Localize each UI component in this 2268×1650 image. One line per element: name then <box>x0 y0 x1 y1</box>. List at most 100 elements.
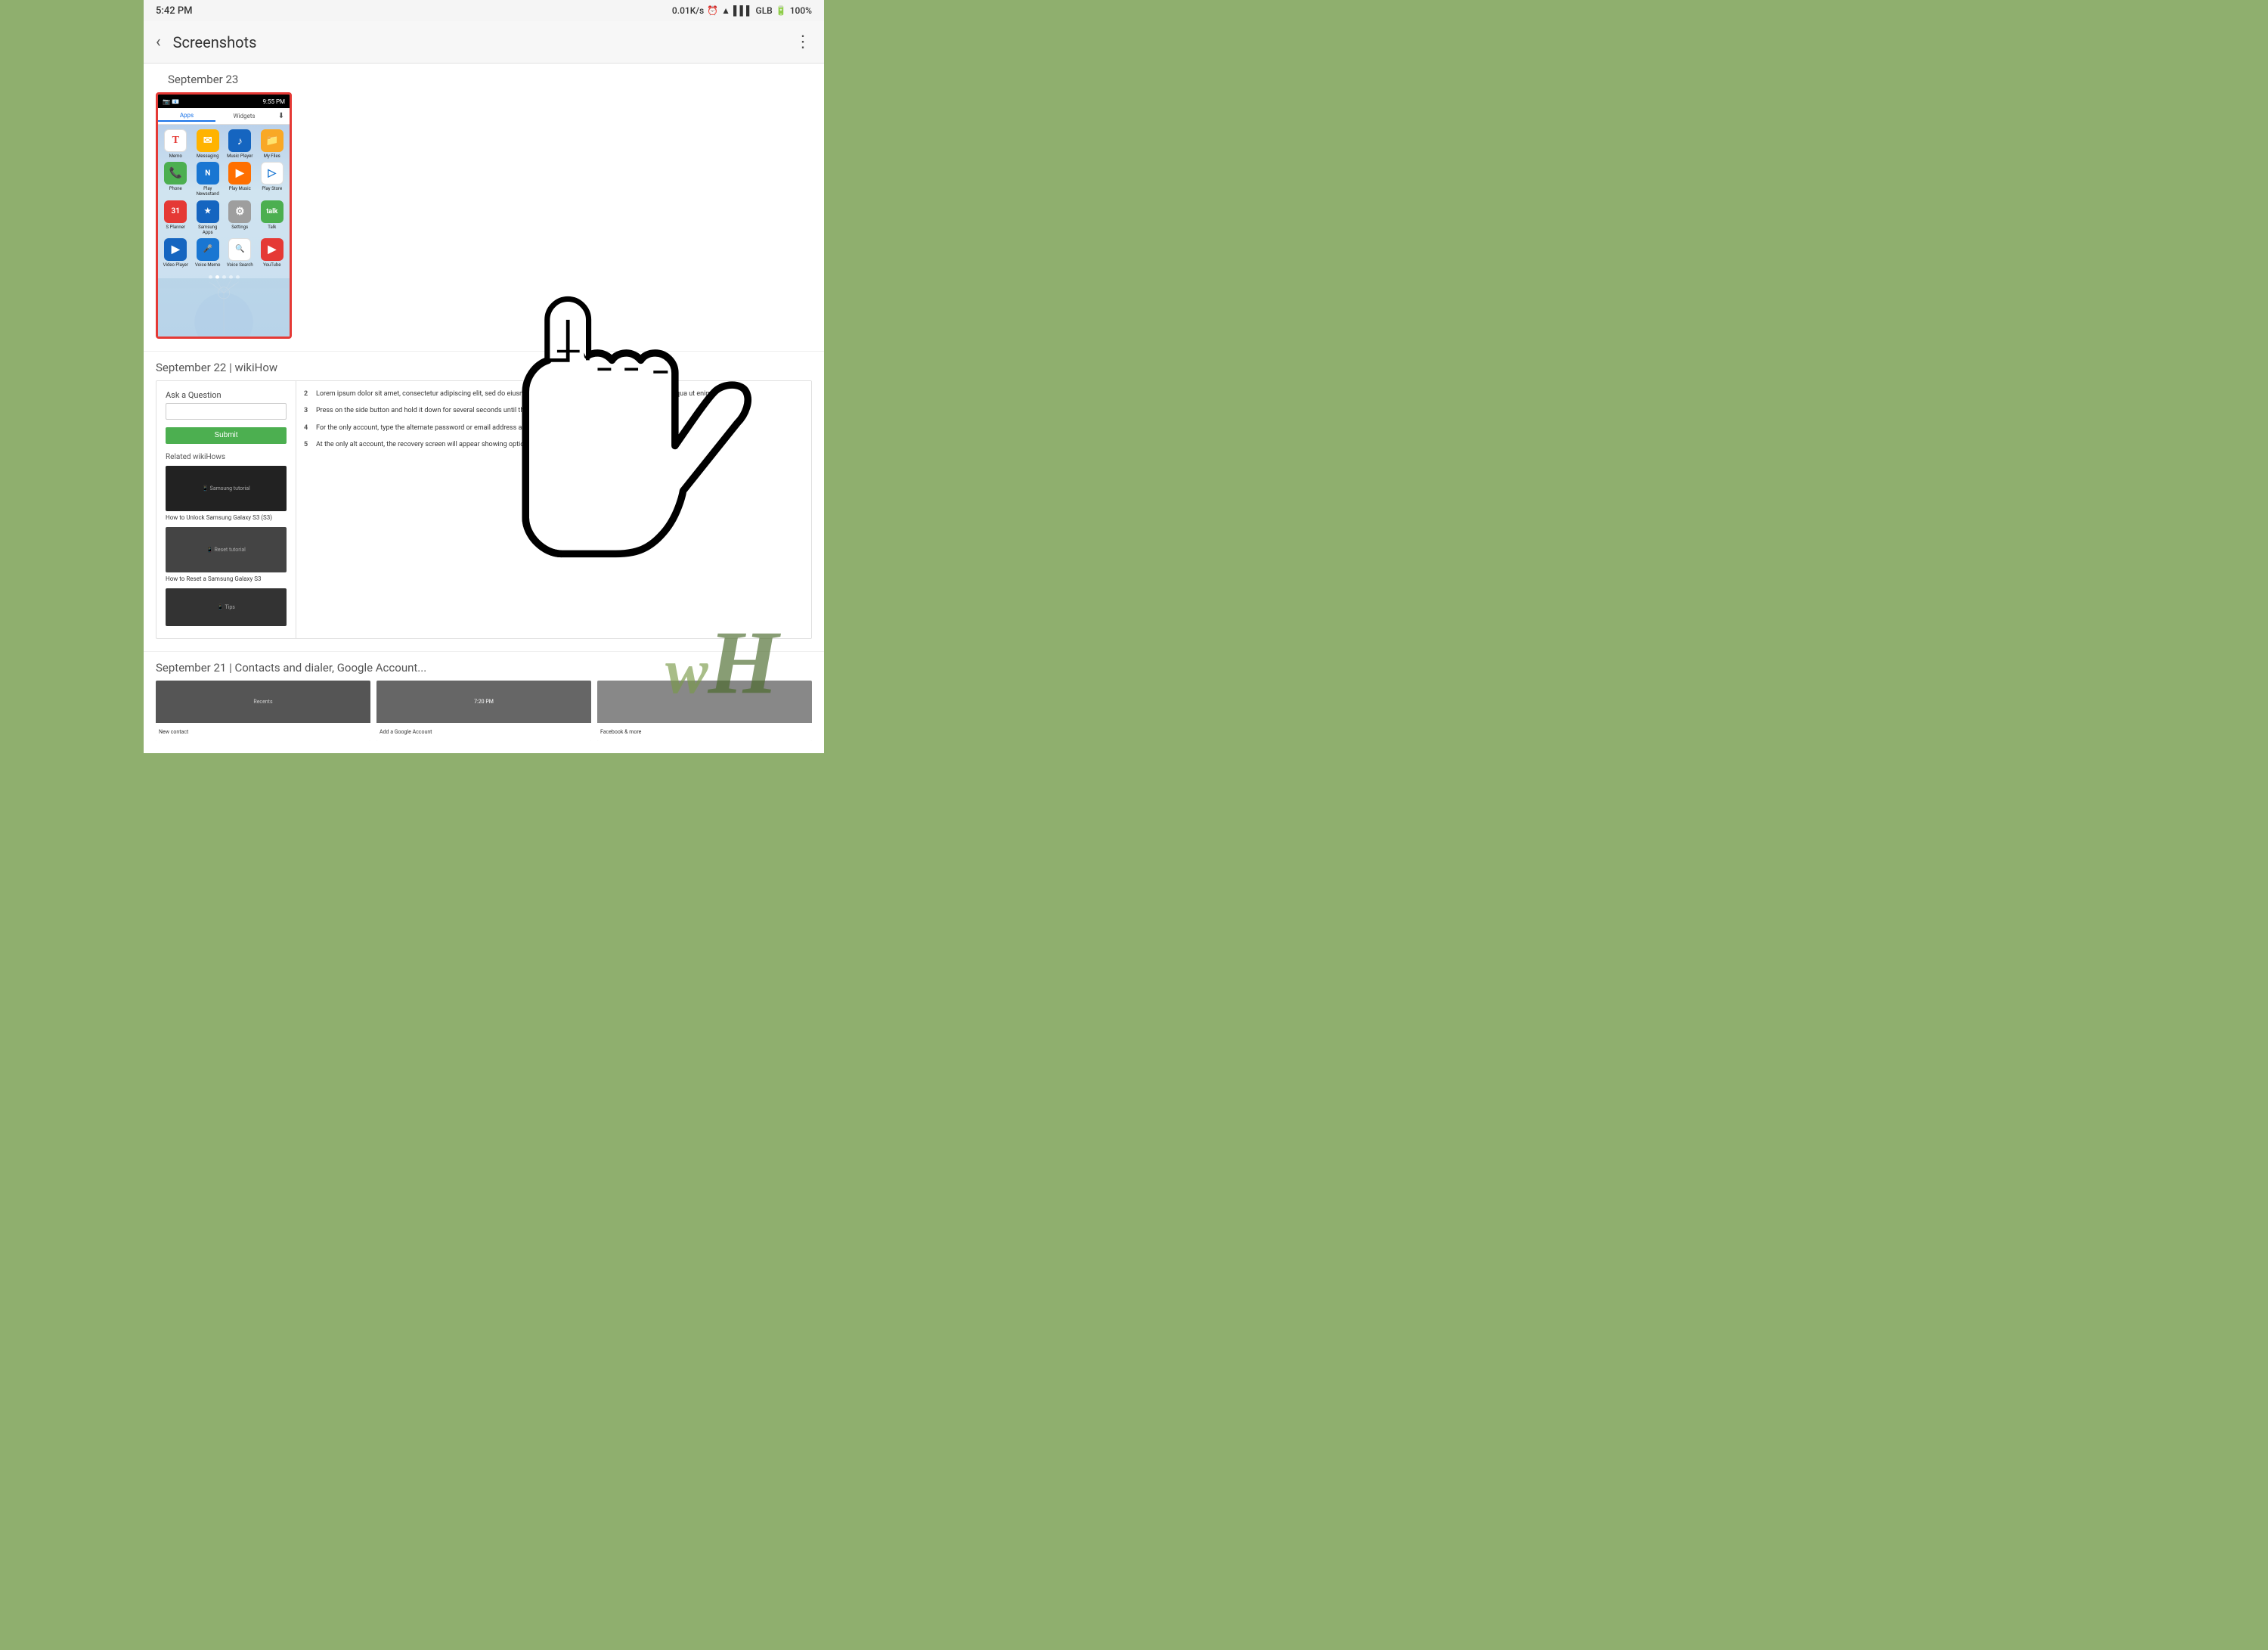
s21-thumb-3[interactable]: Facebook & more <box>597 681 812 741</box>
musicplayer-icon: ♪ <box>228 129 251 152</box>
s21-thumb-1[interactable]: Recents New contact <box>156 681 370 741</box>
samsungapps-icon: ★ <box>197 200 219 223</box>
sep21-subtitle: Contacts and dialer, Google Account... <box>234 661 426 675</box>
app-splanner[interactable]: 31 S Planner <box>161 200 191 235</box>
samsungapps-label: Samsung Apps <box>194 225 223 235</box>
step-num-4: 4 <box>304 423 313 433</box>
back-button[interactable]: ‹ <box>156 33 161 51</box>
youtube-label: YouTube <box>263 262 280 268</box>
playnewsstand-icon: N <box>197 162 219 185</box>
app-messaging[interactable]: ✉ Messaging <box>194 129 223 159</box>
messaging-icon: ✉ <box>197 129 219 152</box>
app-videoplayer[interactable]: ▶ Video Player <box>161 238 191 268</box>
wikihow-step-5: 5 At the only alt account, the recovery … <box>304 439 804 450</box>
voicememo-icon: 🎤 <box>197 238 219 261</box>
more-options-button[interactable]: ⋮ <box>795 33 812 51</box>
step-text-3: Press on the side button and hold it dow… <box>316 405 675 416</box>
playstore-label: Play Store <box>262 186 282 191</box>
sep22-date: September 22 <box>156 361 226 374</box>
s21-thumb-3-top <box>597 681 812 723</box>
messaging-label: Messaging <box>197 154 218 159</box>
voicesearch-icon: 🔍 <box>228 238 251 261</box>
sep22-source: wikiHow <box>234 361 277 374</box>
wikihow-step-2: 2 Lorem ipsum dolor sit amet, consectetu… <box>304 389 804 399</box>
talk-icon: talk <box>261 200 284 223</box>
phone-icon: 📞 <box>164 162 187 185</box>
section-sep21-label: September 21 | Contacts and dialer, Goog… <box>156 652 812 681</box>
wikihow-thumb-2[interactable]: 📱 Reset tutorial <box>166 527 287 572</box>
myfiles-label: My Files <box>264 154 280 159</box>
bg-right <box>1474 0 2268 1650</box>
wikihow-thumb-1[interactable]: 📱 Samsung tutorial <box>166 466 287 511</box>
status-bar-left: 5:42 PM <box>156 5 193 17</box>
content: September 23 📷 📧 9:55 PM Apps Widgets ⬇ <box>144 64 824 753</box>
app-talk[interactable]: talk Talk <box>258 200 287 235</box>
memo-label: Memo <box>169 154 182 159</box>
app-music-player[interactable]: ♪ Music Player <box>225 129 255 159</box>
section-sep23-label: September 23 <box>156 64 812 92</box>
wikihow-thumb-2-label: How to Reset a Samsung Galaxy S3 <box>166 575 287 582</box>
app-voicememo[interactable]: 🎤 Voice Memo <box>194 238 223 268</box>
page-title: Screenshots <box>173 33 782 51</box>
app-samsungapps[interactable]: ★ Samsung Apps <box>194 200 223 235</box>
wikihow-thumb-1-label: How to Unlock Samsung Galaxy S3 (S3) <box>166 514 287 521</box>
videoplayer-icon: ▶ <box>164 238 187 261</box>
s21-thumb-2-top: 7:20 PM <box>376 681 591 723</box>
phone-status-bar: 📷 📧 9:55 PM <box>158 95 290 108</box>
tab-apps[interactable]: Apps <box>158 110 215 122</box>
status-bar-right: 0.01K/s ⏰ ▲ ▌▌▌ GLB 🔋 100% <box>672 5 812 16</box>
app-playmusic[interactable]: ▶ Play Music <box>225 162 255 197</box>
youtube-icon: ▶ <box>261 238 284 261</box>
s21-thumb-2[interactable]: 7:20 PM Add a Google Account <box>376 681 591 741</box>
main-panel: 5:42 PM 0.01K/s ⏰ ▲ ▌▌▌ GLB 🔋 100% ‹ Scr… <box>144 0 824 753</box>
tab-widgets[interactable]: Widgets <box>215 111 273 121</box>
app-playnewsstand[interactable]: N Play Newsstand <box>194 162 223 197</box>
section-sep23: September 23 📷 📧 9:55 PM Apps Widgets ⬇ <box>144 64 824 351</box>
app-settings[interactable]: ⚙ Settings <box>225 200 255 235</box>
phone-label: Phone <box>169 186 182 191</box>
playnewsstand-label: Play Newsstand <box>194 186 223 197</box>
phone-apps-grid: T Memo ✉ Messaging ♪ Music Player 📁 <box>158 125 290 272</box>
app-playstore[interactable]: ▷ Play Store <box>258 162 287 197</box>
musicplayer-label: Music Player <box>227 154 253 159</box>
section-21-thumbs: Recents New contact 7:20 PM Add a Google… <box>156 681 812 741</box>
carrier-label: GLB <box>756 5 773 16</box>
phone-time: 9:55 PM <box>263 98 285 105</box>
wikihow-step-4: 4 For the only account, type the alterna… <box>304 423 804 433</box>
settings-icon: ⚙ <box>228 200 251 223</box>
question-input[interactable] <box>166 403 287 420</box>
app-voicesearch[interactable]: 🔍 Voice Search <box>225 238 255 268</box>
section-sep21: September 21 | Contacts and dialer, Goog… <box>144 651 824 753</box>
step-text-2: Lorem ipsum dolor sit amet, consectetur … <box>316 389 714 399</box>
app-myfiles[interactable]: 📁 My Files <box>258 129 287 159</box>
wikihow-left-panel: Ask a Question Submit Related wikiHows 📱… <box>156 381 296 638</box>
phone-app-tabs: Apps Widgets ⬇ <box>158 108 290 125</box>
s21-thumb-3-bottom: Facebook & more <box>597 723 812 741</box>
alarm-icon: ⏰ <box>707 5 718 16</box>
s21-thumb-1-top: Recents <box>156 681 370 723</box>
dandelion-bg <box>158 278 290 337</box>
splanner-label: S Planner <box>166 225 185 230</box>
battery-icon: 🔋 <box>776 5 787 16</box>
phone-icons: 📷 📧 <box>163 98 179 105</box>
screenshot-card-sep23[interactable]: 📷 📧 9:55 PM Apps Widgets ⬇ T <box>156 92 292 339</box>
voicesearch-label: Voice Search <box>227 262 253 268</box>
app-youtube[interactable]: ▶ YouTube <box>258 238 287 268</box>
submit-button[interactable]: Submit <box>166 427 287 444</box>
app-phone[interactable]: 📞 Phone <box>161 162 191 197</box>
s21-thumb-1-top-label: Recents <box>253 699 272 705</box>
talk-label: Talk <box>268 225 276 230</box>
playmusic-label: Play Music <box>229 186 251 191</box>
splanner-icon: 31 <box>164 200 187 223</box>
tab-download[interactable]: ⬇ <box>273 112 290 120</box>
step-num-5: 5 <box>304 439 313 450</box>
app-memo[interactable]: T Memo <box>161 129 191 159</box>
phone-screen: 📷 📧 9:55 PM Apps Widgets ⬇ T <box>158 95 290 337</box>
wikihow-thumb-3[interactable]: 📱 Tips <box>166 588 287 626</box>
myfiles-icon: 📁 <box>261 129 284 152</box>
signal-icon: ▌▌▌ <box>733 5 753 16</box>
playmusic-icon: ▶ <box>228 162 251 185</box>
s21-thumb-2-top-label: 7:20 PM <box>474 699 494 705</box>
videoplayer-label: Video Player <box>163 262 188 268</box>
toolbar: ‹ Screenshots ⋮ <box>144 21 824 64</box>
